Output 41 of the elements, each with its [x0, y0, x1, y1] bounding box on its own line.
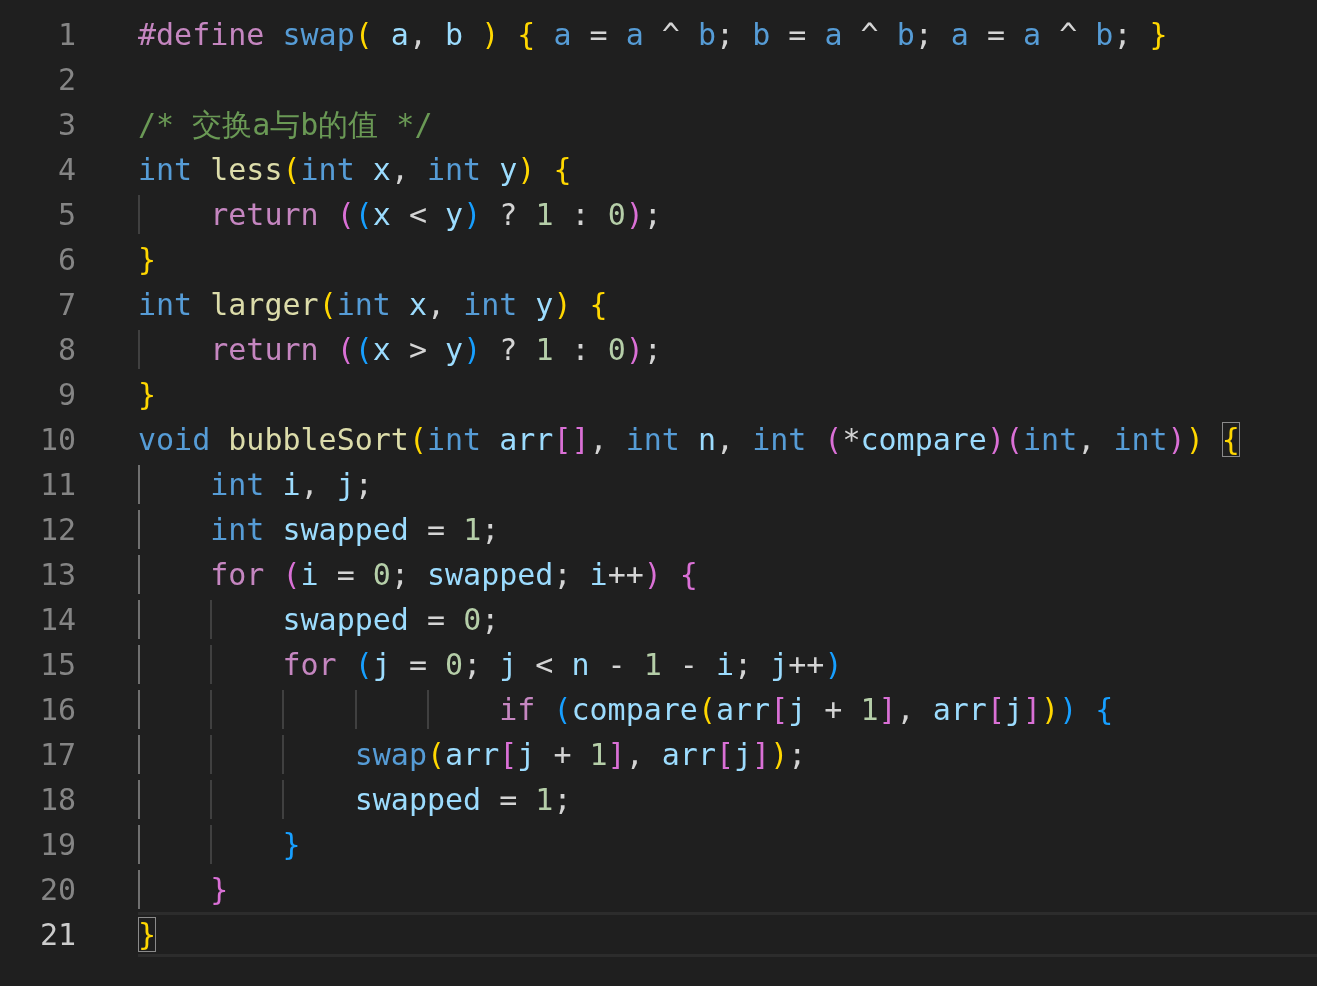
code-line[interactable]: for (j = 0; j < n - 1 - i; j++): [138, 642, 843, 687]
line-number: 21: [38, 916, 76, 954]
line-number: 7: [56, 286, 76, 324]
line-number: 9: [56, 376, 76, 414]
line-number: 10: [38, 421, 76, 459]
code-line[interactable]: for (i = 0; swapped; i++) {: [138, 552, 698, 597]
code-line[interactable]: if (compare(arr[j + 1], arr[j])) {: [138, 687, 1114, 732]
code-line[interactable]: }: [138, 912, 157, 957]
line-number: 3: [56, 106, 76, 144]
line-number: 5: [56, 196, 76, 234]
code-line[interactable]: return ((x < y) ? 1 : 0);: [138, 192, 662, 237]
code-line[interactable]: }: [138, 237, 157, 282]
line-number: 8: [56, 331, 76, 369]
line-number: 11: [38, 466, 76, 504]
code-line[interactable]: #define swap( a, b ) { a = a ^ b; b = a ^ b; a = a ^ b; }: [138, 12, 1168, 57]
line-number: 4: [56, 151, 76, 189]
line-number: 15: [38, 646, 76, 684]
line-number: 12: [38, 511, 76, 549]
code-line[interactable]: }: [138, 372, 157, 417]
code-line[interactable]: swap(arr[j + 1], arr[j]);: [138, 732, 807, 777]
code-line[interactable]: return ((x > y) ? 1 : 0);: [138, 327, 662, 372]
line-number: 1: [56, 16, 76, 54]
code-line[interactable]: int less(int x, int y) {: [138, 147, 572, 192]
line-number: 13: [38, 556, 76, 594]
code-line[interactable]: int swapped = 1;: [138, 507, 500, 552]
code-line[interactable]: int i, j;: [138, 462, 373, 507]
line-number: 20: [38, 871, 76, 909]
code-line[interactable]: void bubbleSort(int arr[], int n, int (*compare)(int, int)) {: [138, 417, 1240, 462]
code-line[interactable]: }: [138, 822, 301, 867]
line-number: 17: [38, 736, 76, 774]
line-number: 14: [38, 601, 76, 639]
line-number: 18: [38, 781, 76, 819]
code-line[interactable]: }: [138, 867, 229, 912]
code-line[interactable]: swapped = 0;: [138, 597, 500, 642]
code-line[interactable]: /* 交换a与b的值 */: [138, 102, 433, 147]
line-number: 6: [56, 241, 76, 279]
line-number: 2: [56, 61, 76, 99]
line-number: 19: [38, 826, 76, 864]
line-number: 16: [38, 691, 76, 729]
code-line[interactable]: int larger(int x, int y) {: [138, 282, 608, 327]
code-line[interactable]: swapped = 1;: [138, 777, 572, 822]
